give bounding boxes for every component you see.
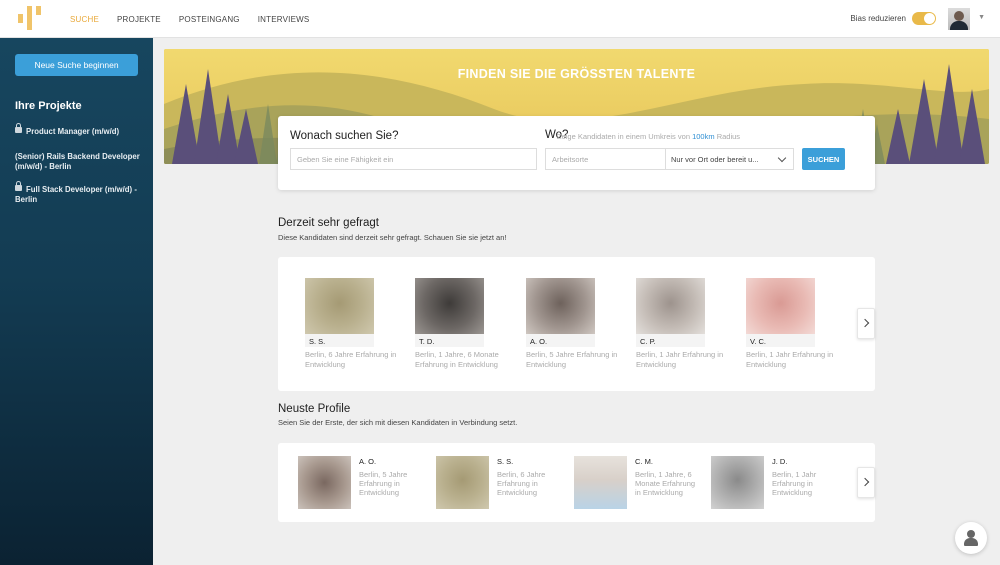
hero-title: FINDEN SIE DIE GRÖSSTEN TALENTE <box>457 67 696 81</box>
skill-search-input[interactable] <box>290 148 537 170</box>
candidate-initials: V. C. <box>746 334 815 347</box>
profile-card[interactable]: J. D. Berlin, 1 Jahr Erfahrung in Entwic… <box>711 456 841 512</box>
candidate-card[interactable]: A. O. Berlin, 5 Jahre Erfahrung in Entwi… <box>526 278 636 369</box>
profile-card[interactable]: A. O. Berlin, 5 Jahre Erfahrung in Entwi… <box>298 456 428 512</box>
profile-card[interactable]: C. M. Berlin, 1 Jahre, 6 Monate Erfahrun… <box>574 456 704 512</box>
profile-photo <box>711 456 764 509</box>
profile-photo <box>574 456 627 509</box>
new-search-button[interactable]: Neue Suche beginnen <box>15 54 138 76</box>
profile-meta: Berlin, 1 Jahre, 6 Monate Erfahrung in E… <box>635 470 696 497</box>
chevron-right-icon <box>860 318 870 328</box>
newest-subtitle: Seien Sie der Erste, der sich mit diesen… <box>278 418 518 427</box>
user-icon <box>967 530 975 538</box>
location-input[interactable] <box>545 148 666 170</box>
toggle-knob <box>924 13 935 24</box>
candidate-card[interactable]: C. P. Berlin, 1 Jahr Erfahrung in Entwic… <box>636 278 746 369</box>
candidate-card[interactable]: T. D. Berlin, 1 Jahre, 6 Monate Erfahrun… <box>415 278 525 369</box>
main-nav: SUCHE PROJEKTE POSTEINGANG INTERVIEWS <box>70 0 309 38</box>
projects-title: Ihre Projekte <box>15 100 82 112</box>
candidate-meta: Berlin, 5 Jahre Erfahrung in Entwicklung <box>526 350 618 369</box>
nav-posteingang[interactable]: POSTEINGANG <box>179 15 240 24</box>
candidate-photo <box>526 278 595 334</box>
remote-select[interactable]: Nur vor Ort oder bereit u... <box>665 148 794 170</box>
bias-toggle[interactable] <box>912 12 936 25</box>
profile-initials: S. S. <box>497 457 514 466</box>
sidebar-project-full-stack[interactable]: Full Stack Developer (m/w/d) - Berlin <box>15 181 143 205</box>
popular-subtitle: Diese Kandidaten sind derzeit sehr gefra… <box>278 233 507 242</box>
candidate-photo <box>746 278 815 334</box>
popular-title: Derzeit sehr gefragt <box>278 217 379 229</box>
lock-icon <box>15 123 22 133</box>
sidebar-project-product-manager[interactable]: Product Manager (m/w/d) <box>15 123 143 137</box>
profile-initials: J. D. <box>772 457 788 466</box>
search-card: Wonach suchen Sie? Wo? Zeige Kandidaten … <box>278 116 875 190</box>
candidate-photo <box>636 278 705 334</box>
candidate-meta: Berlin, 1 Jahr Erfahrung in Entwicklung <box>636 350 724 369</box>
profile-photo <box>436 456 489 509</box>
popular-carousel: S. S. Berlin, 6 Jahre Erfahrung in Entwi… <box>278 257 875 391</box>
chevron-down-icon <box>777 153 787 163</box>
bias-label: Bias reduzieren <box>850 14 906 23</box>
candidate-initials: A. O. <box>526 334 595 347</box>
support-chat-button[interactable] <box>955 522 987 554</box>
sidebar: Neue Suche beginnen Ihre Projekte Produc… <box>0 38 153 565</box>
candidate-meta: Berlin, 6 Jahre Erfahrung in Entwicklung <box>305 350 397 369</box>
profile-photo <box>298 456 351 509</box>
newest-title: Neuste Profile <box>278 403 351 415</box>
profile-meta: Berlin, 6 Jahre Erfahrung in Entwicklung <box>497 470 546 497</box>
avatar[interactable] <box>948 8 970 30</box>
nav-interviews[interactable]: INTERVIEWS <box>258 15 310 24</box>
what-label: Wonach suchen Sie? <box>290 130 399 142</box>
chevron-down-icon[interactable]: ▼ <box>978 14 985 21</box>
nav-projekte[interactable]: PROJEKTE <box>117 15 161 24</box>
nav-suche[interactable]: SUCHE <box>70 15 99 24</box>
profile-meta: Berlin, 1 Jahr Erfahrung in Entwicklung <box>772 470 817 497</box>
candidate-card[interactable]: S. S. Berlin, 6 Jahre Erfahrung in Entwi… <box>305 278 415 369</box>
candidate-photo <box>415 278 484 334</box>
profile-card[interactable]: S. S. Berlin, 6 Jahre Erfahrung in Entwi… <box>436 456 566 512</box>
candidate-initials: T. D. <box>415 334 484 347</box>
sidebar-project-rails-backend[interactable]: (Senior) Rails Backend Developer (m/w/d)… <box>15 152 143 172</box>
radius-hint: Zeige Kandidaten in einem Umkreis von 10… <box>557 132 741 141</box>
candidate-initials: S. S. <box>305 334 374 347</box>
profile-meta: Berlin, 5 Jahre Erfahrung in Entwicklung <box>359 470 408 497</box>
candidate-meta: Berlin, 1 Jahr Erfahrung in Entwicklung <box>746 350 834 369</box>
newest-carousel: A. O. Berlin, 5 Jahre Erfahrung in Entwi… <box>278 443 875 522</box>
logo[interactable] <box>18 6 44 32</box>
candidate-meta: Berlin, 1 Jahre, 6 Monate Erfahrung in E… <box>415 350 499 369</box>
search-button[interactable]: SUCHEN <box>802 148 845 170</box>
chevron-right-icon <box>860 477 870 487</box>
top-navigation: SUCHE PROJEKTE POSTEINGANG INTERVIEWS Bi… <box>0 0 1000 38</box>
candidate-initials: C. P. <box>636 334 705 347</box>
lock-icon <box>15 181 22 191</box>
profile-initials: C. M. <box>635 457 653 466</box>
candidate-card[interactable]: V. C. Berlin, 1 Jahr Erfahrung in Entwic… <box>746 278 856 369</box>
newest-next-button[interactable] <box>857 467 875 498</box>
candidate-photo <box>305 278 374 334</box>
radius-value-link[interactable]: 100km <box>692 132 715 141</box>
popular-next-button[interactable] <box>857 308 875 339</box>
profile-initials: A. O. <box>359 457 377 466</box>
